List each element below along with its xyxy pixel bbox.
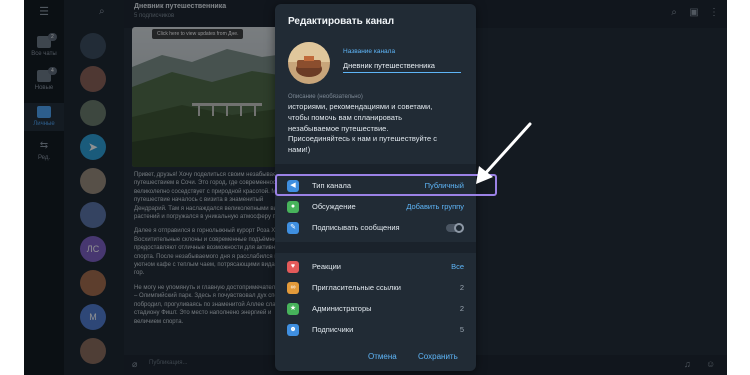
telegram-window: ☰ 2 Все чаты 4 Новые Личные ⇆ Ред. ⌕ ➤ Л… (24, 0, 727, 375)
annotation-arrow (476, 122, 532, 184)
